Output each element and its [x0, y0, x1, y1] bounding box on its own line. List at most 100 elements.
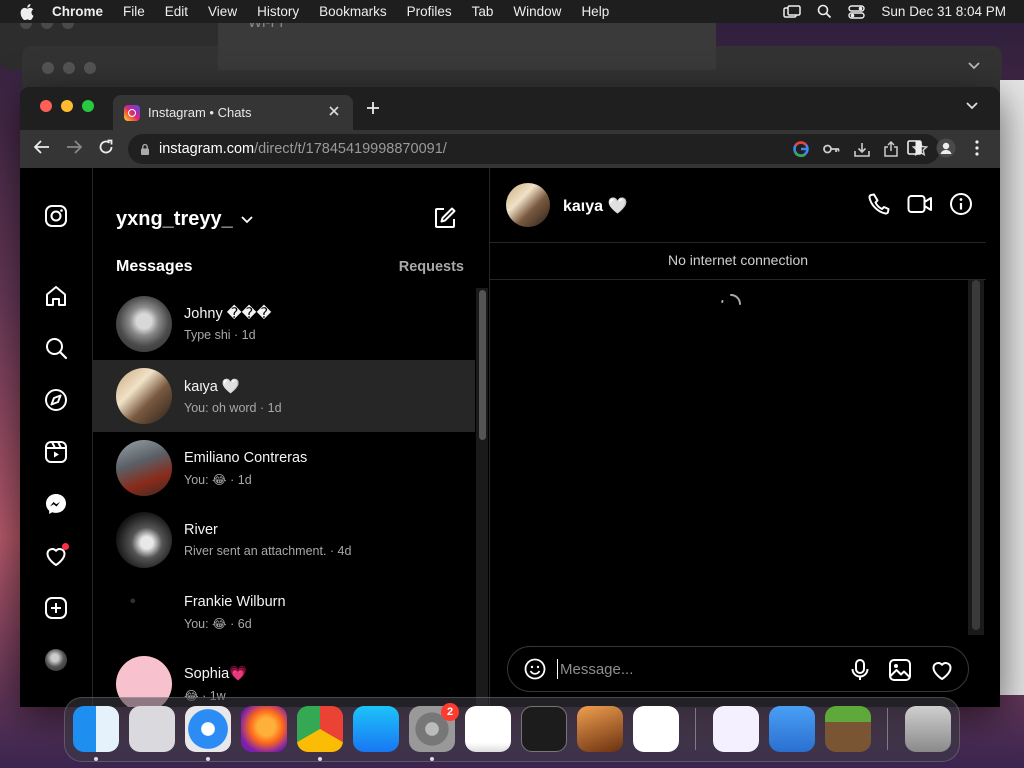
minimize-window-button[interactable] — [61, 100, 73, 112]
dock-firefox-icon[interactable] — [241, 706, 287, 752]
phone-call-icon[interactable] — [867, 192, 891, 216]
tab-search-chevron-icon[interactable] — [966, 102, 978, 110]
apple-icon[interactable] — [20, 3, 34, 20]
conversation-preview: River sent an attachment. · 4d — [184, 544, 352, 558]
conversation-item[interactable]: Frankie Wilburn You: 😂 · 6d — [93, 576, 475, 648]
dock-running-indicator — [318, 757, 322, 761]
conversation-name: Johny ��� — [184, 306, 272, 322]
inbox-scrollbar-thumb[interactable] — [479, 290, 486, 440]
dock-separator — [887, 708, 888, 750]
notification-dot — [62, 543, 69, 550]
video-call-icon[interactable] — [907, 192, 933, 216]
dock-terminal-icon[interactable] — [521, 706, 567, 752]
profile-avatar[interactable] — [45, 649, 67, 671]
dock-trash-icon[interactable] — [905, 706, 951, 752]
tab-instagram[interactable]: Instagram • Chats — [113, 95, 353, 130]
conversation-preview: You: 😂 · 1d — [184, 472, 252, 487]
dock-visual-studio-icon[interactable] — [713, 706, 759, 752]
control-center-icon[interactable] — [848, 4, 866, 19]
menu-file[interactable]: File — [123, 4, 145, 19]
menu-profiles[interactable]: Profiles — [407, 4, 452, 19]
menu-clock[interactable]: Sun Dec 31 8:04 PM — [881, 4, 1006, 19]
nav-rail — [20, 168, 93, 707]
message-input[interactable] — [557, 659, 827, 679]
dock-weather-icon[interactable] — [769, 706, 815, 752]
dock-finder-icon[interactable] — [73, 706, 119, 752]
side-panel-icon[interactable] — [907, 140, 922, 155]
instagram-favicon-icon — [124, 104, 140, 121]
google-lens-icon[interactable] — [793, 141, 809, 157]
dock-vscode-icon[interactable] — [633, 706, 679, 752]
dock-textedit-icon[interactable] — [465, 706, 511, 752]
dock-app-store-icon[interactable] — [353, 706, 399, 752]
conversation-preview: You: oh word · 1d — [184, 400, 282, 415]
screen-mirroring-icon[interactable] — [783, 4, 802, 19]
chat-scrollbar[interactable] — [968, 280, 984, 635]
conversation-item[interactable]: Emiliano Contreras You: 😂 · 1d — [93, 432, 475, 504]
share-icon[interactable] — [884, 141, 898, 157]
menu-bar: Chrome File Edit View History Bookmarks … — [0, 0, 1024, 23]
connection-status-banner: No internet connection — [490, 243, 986, 280]
conversation-name: kaιya 🤍 — [184, 378, 240, 395]
microphone-icon[interactable] — [850, 658, 870, 682]
lock-icon[interactable] — [140, 143, 150, 156]
search-icon[interactable] — [44, 336, 68, 360]
dock-chrome-icon[interactable] — [297, 706, 343, 752]
forward-arrow-icon[interactable] — [66, 139, 82, 155]
menu-window[interactable]: Window — [513, 4, 561, 19]
instagram-logo-icon[interactable] — [44, 204, 68, 228]
chrome-menu-icon[interactable] — [975, 140, 979, 156]
image-attach-icon[interactable] — [888, 658, 912, 682]
dock-launchpad-icon[interactable] — [129, 706, 175, 752]
conversation-item[interactable]: Johny ��� Type shi · 1d — [93, 288, 475, 360]
dock-separator — [695, 708, 696, 750]
menu-bookmarks[interactable]: Bookmarks — [319, 4, 387, 19]
url-path: /direct/t/17845419998870091/ — [254, 141, 447, 157]
reels-icon[interactable] — [44, 440, 68, 464]
browser-toolbar: instagram.com/direct/t/17845419998870091… — [20, 130, 1000, 168]
zoom-window-button[interactable] — [82, 100, 94, 112]
create-plus-icon[interactable] — [44, 596, 68, 620]
emoji-picker-icon[interactable] — [524, 658, 546, 680]
conversation-item-active[interactable]: kaιya 🤍 You: oh word · 1d — [93, 360, 475, 432]
spotlight-search-icon[interactable] — [817, 4, 832, 19]
conversation-avatar — [116, 296, 172, 352]
conversation-avatar — [116, 440, 172, 496]
close-tab-icon[interactable] — [327, 104, 341, 118]
conversation-item[interactable]: River River sent an attachment. · 4d — [93, 504, 475, 576]
back-arrow-icon[interactable] — [34, 139, 50, 155]
new-message-compose-icon[interactable] — [433, 206, 457, 230]
close-window-button[interactable] — [40, 100, 52, 112]
menu-tab[interactable]: Tab — [472, 4, 494, 19]
chat-contact-avatar[interactable] — [506, 183, 550, 227]
menu-view[interactable]: View — [208, 4, 237, 19]
address-bar[interactable]: instagram.com/direct/t/17845419998870091… — [128, 134, 940, 164]
chat-scrollbar-thumb[interactable] — [972, 280, 980, 630]
messenger-icon[interactable] — [44, 492, 68, 516]
conversation-preview: You: 😂 · 6d — [184, 616, 252, 631]
new-tab-icon[interactable] — [366, 101, 380, 115]
home-icon[interactable] — [44, 284, 68, 308]
menu-help[interactable]: Help — [581, 4, 609, 19]
dock-minecraft-icon[interactable] — [825, 706, 871, 752]
tab-title: Instagram • Chats — [148, 105, 252, 120]
reload-icon[interactable] — [98, 139, 114, 155]
like-heart-icon[interactable] — [930, 658, 954, 682]
install-app-icon[interactable] — [854, 142, 870, 157]
dock-garageband-icon[interactable] — [577, 706, 623, 752]
menu-history[interactable]: History — [257, 4, 299, 19]
chat-panel: kaιya 🤍 No internet connection Message..… — [490, 168, 1000, 707]
explore-compass-icon[interactable] — [44, 388, 68, 412]
chat-contact-name[interactable]: kaιya 🤍 — [563, 196, 627, 216]
conversation-info-icon[interactable] — [949, 192, 973, 216]
window-controls — [40, 100, 94, 112]
menu-edit[interactable]: Edit — [165, 4, 188, 19]
dock-safari-icon[interactable] — [185, 706, 231, 752]
conversation-name: Sophia💗 — [184, 666, 248, 682]
dock-running-indicator — [430, 757, 434, 761]
account-switcher[interactable]: yxng_treyy_ — [116, 208, 253, 231]
profile-icon[interactable] — [936, 138, 956, 158]
password-key-icon[interactable] — [823, 143, 840, 155]
menu-app-name[interactable]: Chrome — [52, 4, 103, 19]
requests-link[interactable]: Requests — [399, 259, 464, 275]
